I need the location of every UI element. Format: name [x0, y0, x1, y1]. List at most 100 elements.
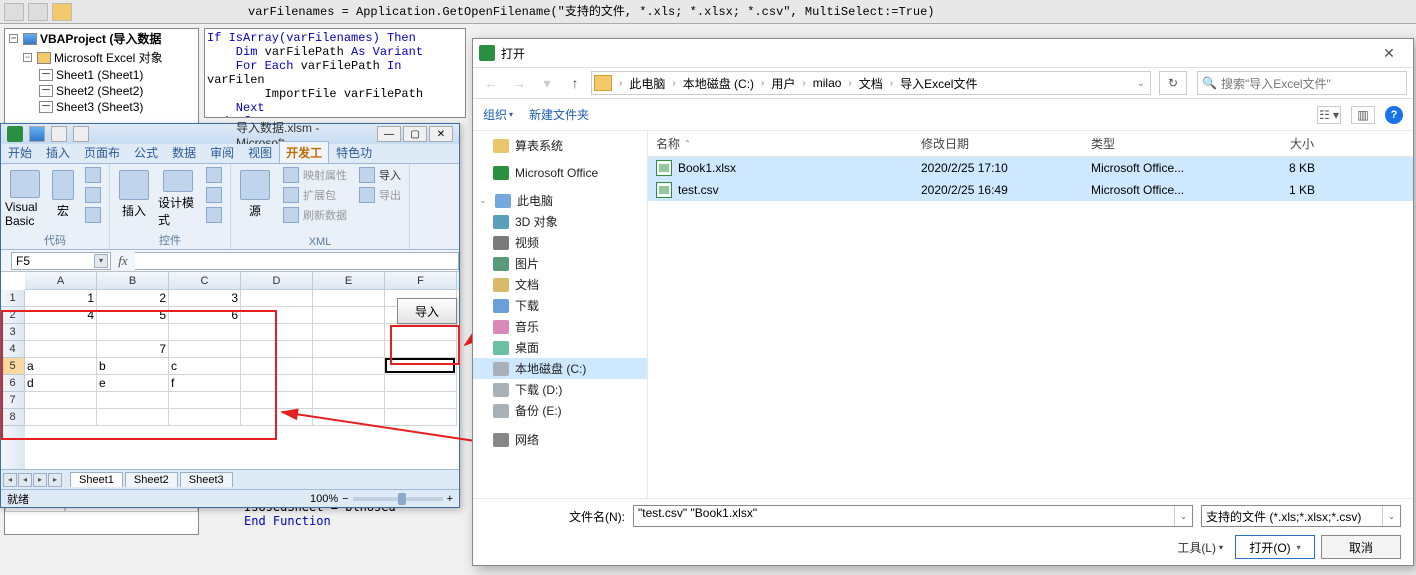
row-header[interactable]: 1 [1, 290, 25, 307]
maximize-button[interactable]: ▢ [403, 126, 427, 142]
cell[interactable]: e [97, 375, 169, 392]
fx-icon[interactable]: fx [111, 253, 135, 269]
tab-home[interactable]: 开始 [1, 141, 39, 163]
cell[interactable] [97, 324, 169, 341]
tab-data[interactable]: 数据 [165, 141, 203, 163]
refresh-button[interactable]: ↻ [1159, 71, 1187, 95]
col-header[interactable]: F [385, 272, 457, 290]
properties[interactable] [202, 166, 226, 184]
chevron-down-icon[interactable]: ▾ [94, 254, 108, 268]
cell[interactable] [313, 358, 385, 375]
sheet-tab[interactable]: Sheet2 [125, 472, 178, 487]
sheet-node[interactable]: Sheet3 (Sheet3) [56, 100, 143, 114]
col-date[interactable]: 修改日期 [913, 131, 1083, 156]
col-type[interactable]: 类型 [1083, 131, 1223, 156]
cell[interactable]: d [25, 375, 97, 392]
nav-forward[interactable]: → [507, 71, 531, 95]
relative-ref[interactable] [81, 186, 105, 204]
search-input[interactable]: 🔍 搜索"导入Excel文件" [1197, 71, 1407, 95]
nav-recent[interactable]: ▾ [535, 71, 559, 95]
cell[interactable]: 7 [97, 341, 169, 358]
row-header[interactable]: 3 [1, 324, 25, 341]
visual-basic-button[interactable]: Visual Basic [5, 166, 45, 228]
crumb[interactable]: milao [809, 72, 846, 94]
cell[interactable] [313, 375, 385, 392]
run-dialog[interactable] [202, 206, 226, 224]
tab-addin[interactable]: 特色功 [329, 141, 379, 163]
cell[interactable] [385, 324, 457, 341]
col-header[interactable]: B [97, 272, 169, 290]
cell[interactable] [241, 341, 313, 358]
row-header[interactable]: 2 [1, 307, 25, 324]
chevron-down-icon[interactable]: ⌄ [1382, 506, 1400, 526]
cell[interactable]: 1 [25, 290, 97, 307]
close-button[interactable]: ✕ [1371, 42, 1407, 64]
crumb[interactable]: 本地磁盘 (C:) [679, 72, 758, 94]
expand-icon[interactable]: − [9, 34, 18, 43]
cell[interactable]: 5 [97, 307, 169, 324]
cell[interactable] [385, 375, 457, 392]
cell[interactable] [385, 341, 457, 358]
cell[interactable] [385, 392, 457, 409]
cell[interactable]: f [169, 375, 241, 392]
save-button[interactable] [29, 126, 45, 142]
chevron-down-icon[interactable]: ⌄ [1174, 506, 1192, 526]
tools-menu[interactable]: 工具(L)▾ [1177, 539, 1223, 556]
sheet-tab[interactable]: Sheet1 [70, 472, 123, 487]
navigation-pane[interactable]: 算表系统 Microsoft Office ⌄此电脑 3D 对象 视频 图片 文… [473, 131, 648, 498]
row-header[interactable]: 8 [1, 409, 25, 426]
cell[interactable]: a [25, 358, 97, 375]
cell[interactable] [97, 392, 169, 409]
organize-menu[interactable]: 组织▾ [483, 106, 513, 123]
chevron-down-icon[interactable]: ⌄ [1134, 78, 1148, 89]
zoom-in[interactable]: + [447, 493, 453, 505]
tab-view[interactable]: 视图 [241, 141, 279, 163]
tab-review[interactable]: 审阅 [203, 141, 241, 163]
cell[interactable] [241, 324, 313, 341]
cell[interactable]: c [169, 358, 241, 375]
cell[interactable] [241, 392, 313, 409]
sheet-node[interactable]: Sheet1 (Sheet1) [56, 68, 143, 82]
cell[interactable]: 2 [97, 290, 169, 307]
crumb[interactable]: 文档 [855, 72, 887, 94]
cell[interactable] [241, 375, 313, 392]
undo-button[interactable] [51, 126, 67, 142]
sheet-tab[interactable]: Sheet3 [180, 472, 233, 487]
cell[interactable] [25, 409, 97, 426]
crumb[interactable]: 用户 [767, 72, 799, 94]
vba-btn-folder[interactable] [52, 3, 72, 21]
cell[interactable] [313, 392, 385, 409]
col-header[interactable]: D [241, 272, 313, 290]
sheet-node[interactable]: Sheet2 (Sheet2) [56, 84, 143, 98]
vba-btn2[interactable] [28, 3, 48, 21]
row-header[interactable]: 4 [1, 341, 25, 358]
source-button[interactable]: 源 [235, 166, 275, 228]
tab-formula[interactable]: 公式 [127, 141, 165, 163]
minimize-button[interactable]: — [377, 126, 401, 142]
crumb[interactable]: 导入Excel文件 [896, 72, 981, 94]
view-code[interactable] [202, 186, 226, 204]
cell[interactable]: 4 [25, 307, 97, 324]
record-macro[interactable] [81, 166, 105, 184]
col-size[interactable]: 大小 [1223, 131, 1323, 156]
cell[interactable] [97, 409, 169, 426]
row-header[interactable]: 5 [1, 358, 25, 375]
insert-control-button[interactable]: 插入 [114, 166, 154, 228]
col-header[interactable]: C [169, 272, 241, 290]
filename-input[interactable]: "test.csv" "Book1.xlsx"⌄ [633, 505, 1193, 527]
col-header[interactable]: E [313, 272, 385, 290]
vba-btn1[interactable] [4, 3, 24, 21]
cell[interactable] [241, 409, 313, 426]
col-header[interactable]: A [25, 272, 97, 290]
file-row[interactable]: Book1.xlsx 2020/2/25 17:10 Microsoft Off… [648, 157, 1413, 179]
nav-back[interactable]: ← [479, 71, 503, 95]
cell[interactable]: 6 [169, 307, 241, 324]
new-folder-button[interactable]: 新建文件夹 [529, 106, 589, 123]
code-pane[interactable]: If IsArray(varFilenames) Then Dim varFil… [204, 28, 466, 118]
cell[interactable] [241, 290, 313, 307]
row-header[interactable]: 7 [1, 392, 25, 409]
cell[interactable] [169, 409, 241, 426]
tab-developer[interactable]: 开发工 [279, 141, 329, 163]
cancel-button[interactable]: 取消 [1321, 535, 1401, 559]
import-button[interactable]: 导入 [397, 298, 457, 324]
